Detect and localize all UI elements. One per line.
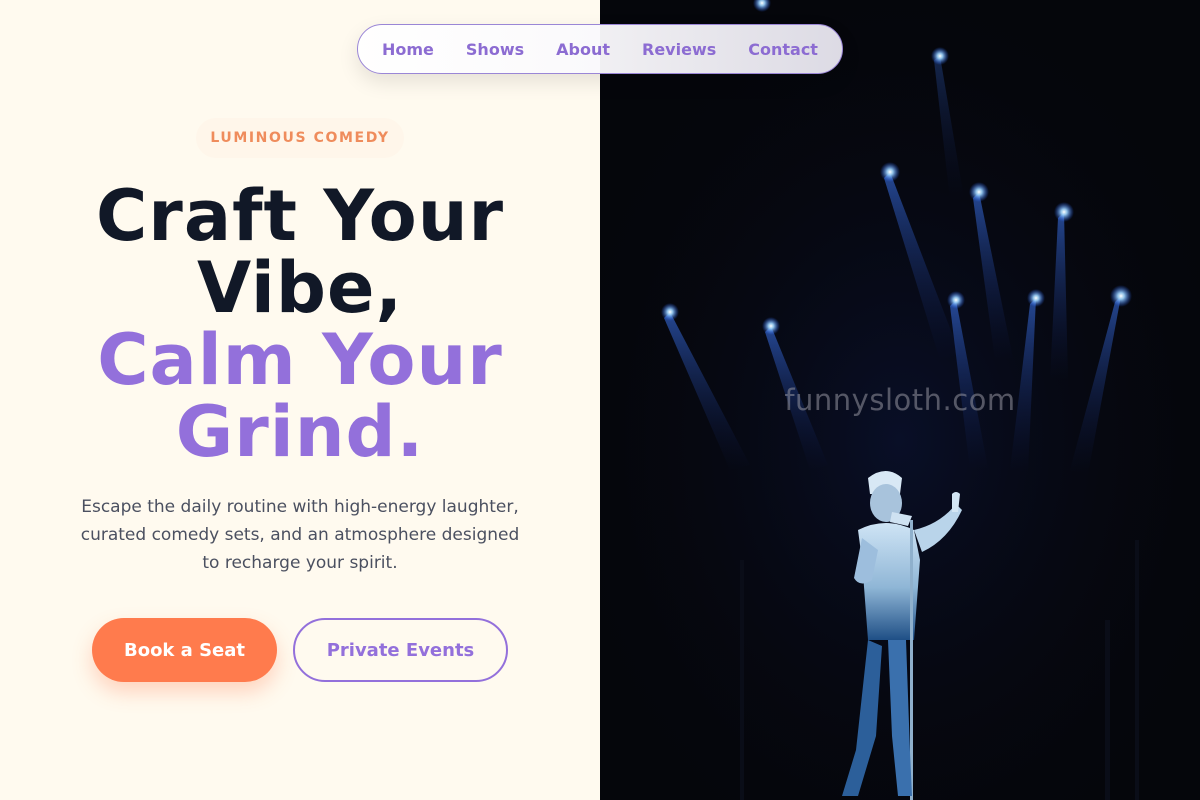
headline-line-3: Calm Your bbox=[97, 319, 503, 401]
headline-line-2: Vibe, bbox=[196, 247, 404, 329]
nav-contact[interactable]: Contact bbox=[748, 40, 818, 59]
headline-line-4: Grind. bbox=[175, 391, 425, 473]
book-a-seat-button[interactable]: Book a Seat bbox=[92, 618, 277, 682]
hero-stage-image: funnysloth.com bbox=[600, 0, 1200, 800]
hero-badge: LUMINOUS COMEDY bbox=[196, 118, 404, 158]
nav-home[interactable]: Home bbox=[382, 40, 434, 59]
watermark-text: funnysloth.com bbox=[784, 383, 1016, 417]
nav-shows[interactable]: Shows bbox=[466, 40, 524, 59]
hero-headline: Craft Your Vibe, Calm Your Grind. bbox=[0, 180, 600, 468]
hero-left-panel: LUMINOUS COMEDY Craft Your Vibe, Calm Yo… bbox=[0, 0, 600, 800]
hero-description: Escape the daily routine with high-energ… bbox=[80, 497, 520, 573]
nav-reviews[interactable]: Reviews bbox=[642, 40, 716, 59]
nav-about[interactable]: About bbox=[556, 40, 610, 59]
top-navigation: Home Shows About Reviews Contact bbox=[357, 24, 843, 74]
headline-line-1: Craft Your bbox=[95, 175, 505, 257]
private-events-button[interactable]: Private Events bbox=[293, 618, 508, 682]
